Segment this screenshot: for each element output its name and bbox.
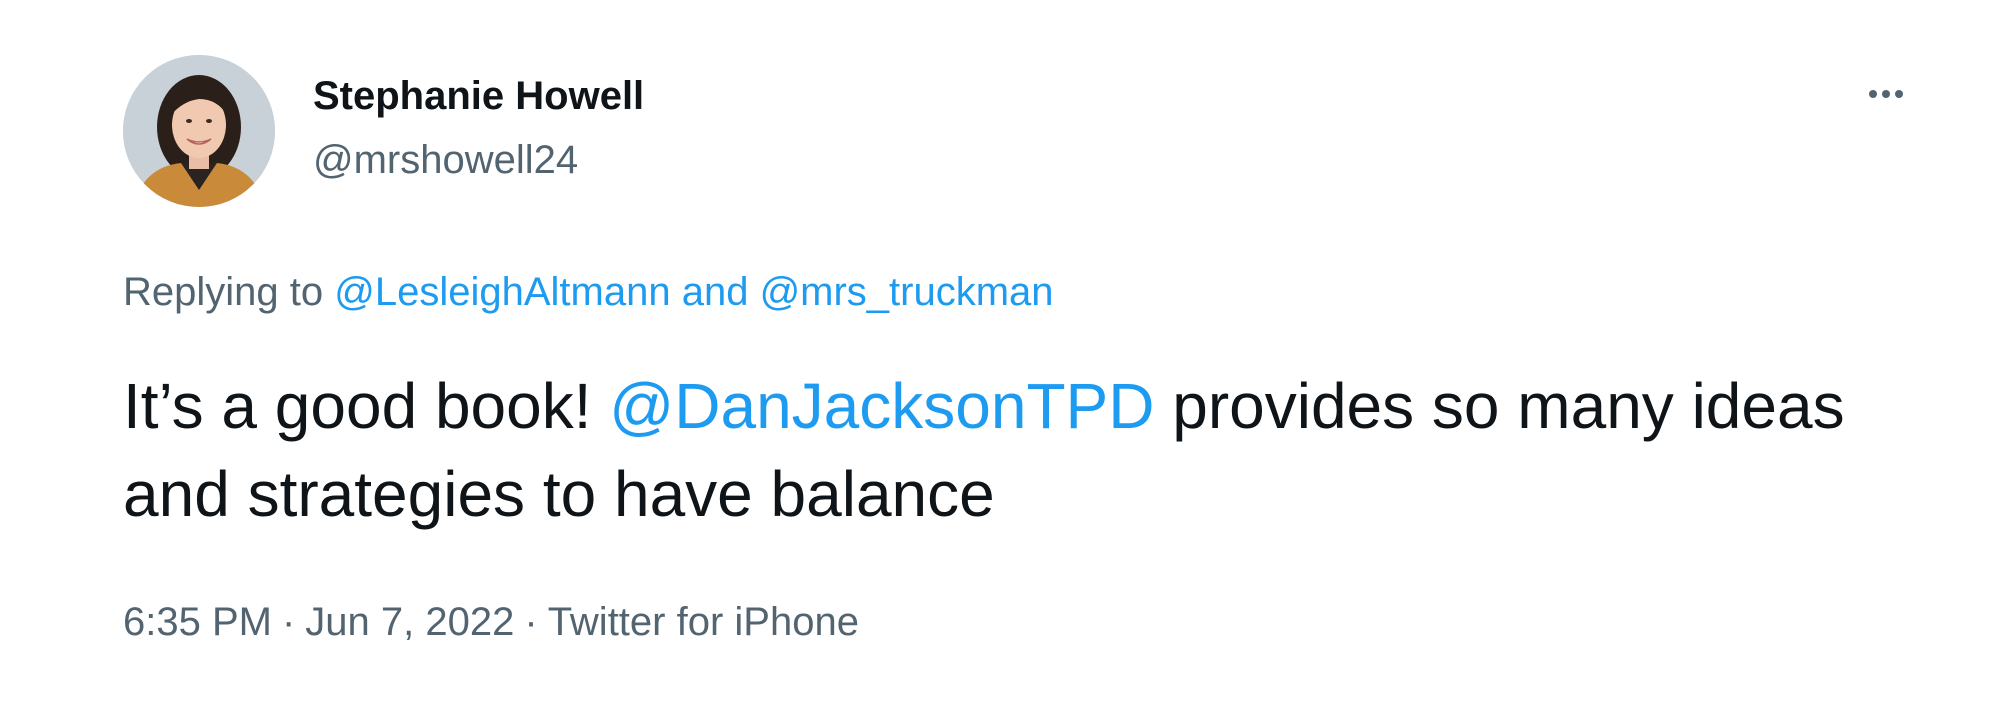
more-horizontal-icon-dot-2 — [1882, 90, 1890, 98]
more-options-button[interactable] — [1858, 76, 1914, 112]
tweet-text: It’s a good book! @DanJacksonTPD provide… — [123, 362, 1943, 538]
more-horizontal-icon — [1869, 90, 1877, 98]
meta-separator: · — [281, 600, 296, 644]
tweet-date[interactable]: Jun 7, 2022 — [305, 600, 514, 644]
author-name[interactable]: Stephanie Howell — [313, 72, 644, 120]
avatar-image — [123, 55, 275, 207]
author-handle[interactable]: @mrshowell24 — [313, 136, 578, 184]
tweet-card: Stephanie Howell @mrshowell24 Replying t… — [0, 0, 2000, 720]
tweet-time[interactable]: 6:35 PM — [123, 600, 272, 644]
tweet-mention-danjacksontpd[interactable]: @DanJacksonTPD — [609, 370, 1154, 442]
reply-mention-mrs-truckman[interactable]: @mrs_truckman — [760, 270, 1054, 314]
reply-context: Replying to @LesleighAltmann and @mrs_tr… — [123, 268, 1054, 316]
reply-joiner: and — [670, 270, 760, 314]
more-horizontal-icon-dot-3 — [1895, 90, 1903, 98]
tweet-meta: 6:35 PM · Jun 7, 2022 · Twitter for iPhone — [123, 598, 859, 646]
tweet-source[interactable]: Twitter for iPhone — [548, 600, 859, 644]
reply-prefix: Replying to — [123, 270, 335, 314]
reply-mention-lesleighaltmann[interactable]: @LesleighAltmann — [334, 270, 670, 314]
tweet-text-before: It’s a good book! — [123, 370, 610, 442]
meta-separator-2: · — [524, 600, 538, 644]
avatar[interactable] — [123, 55, 275, 207]
